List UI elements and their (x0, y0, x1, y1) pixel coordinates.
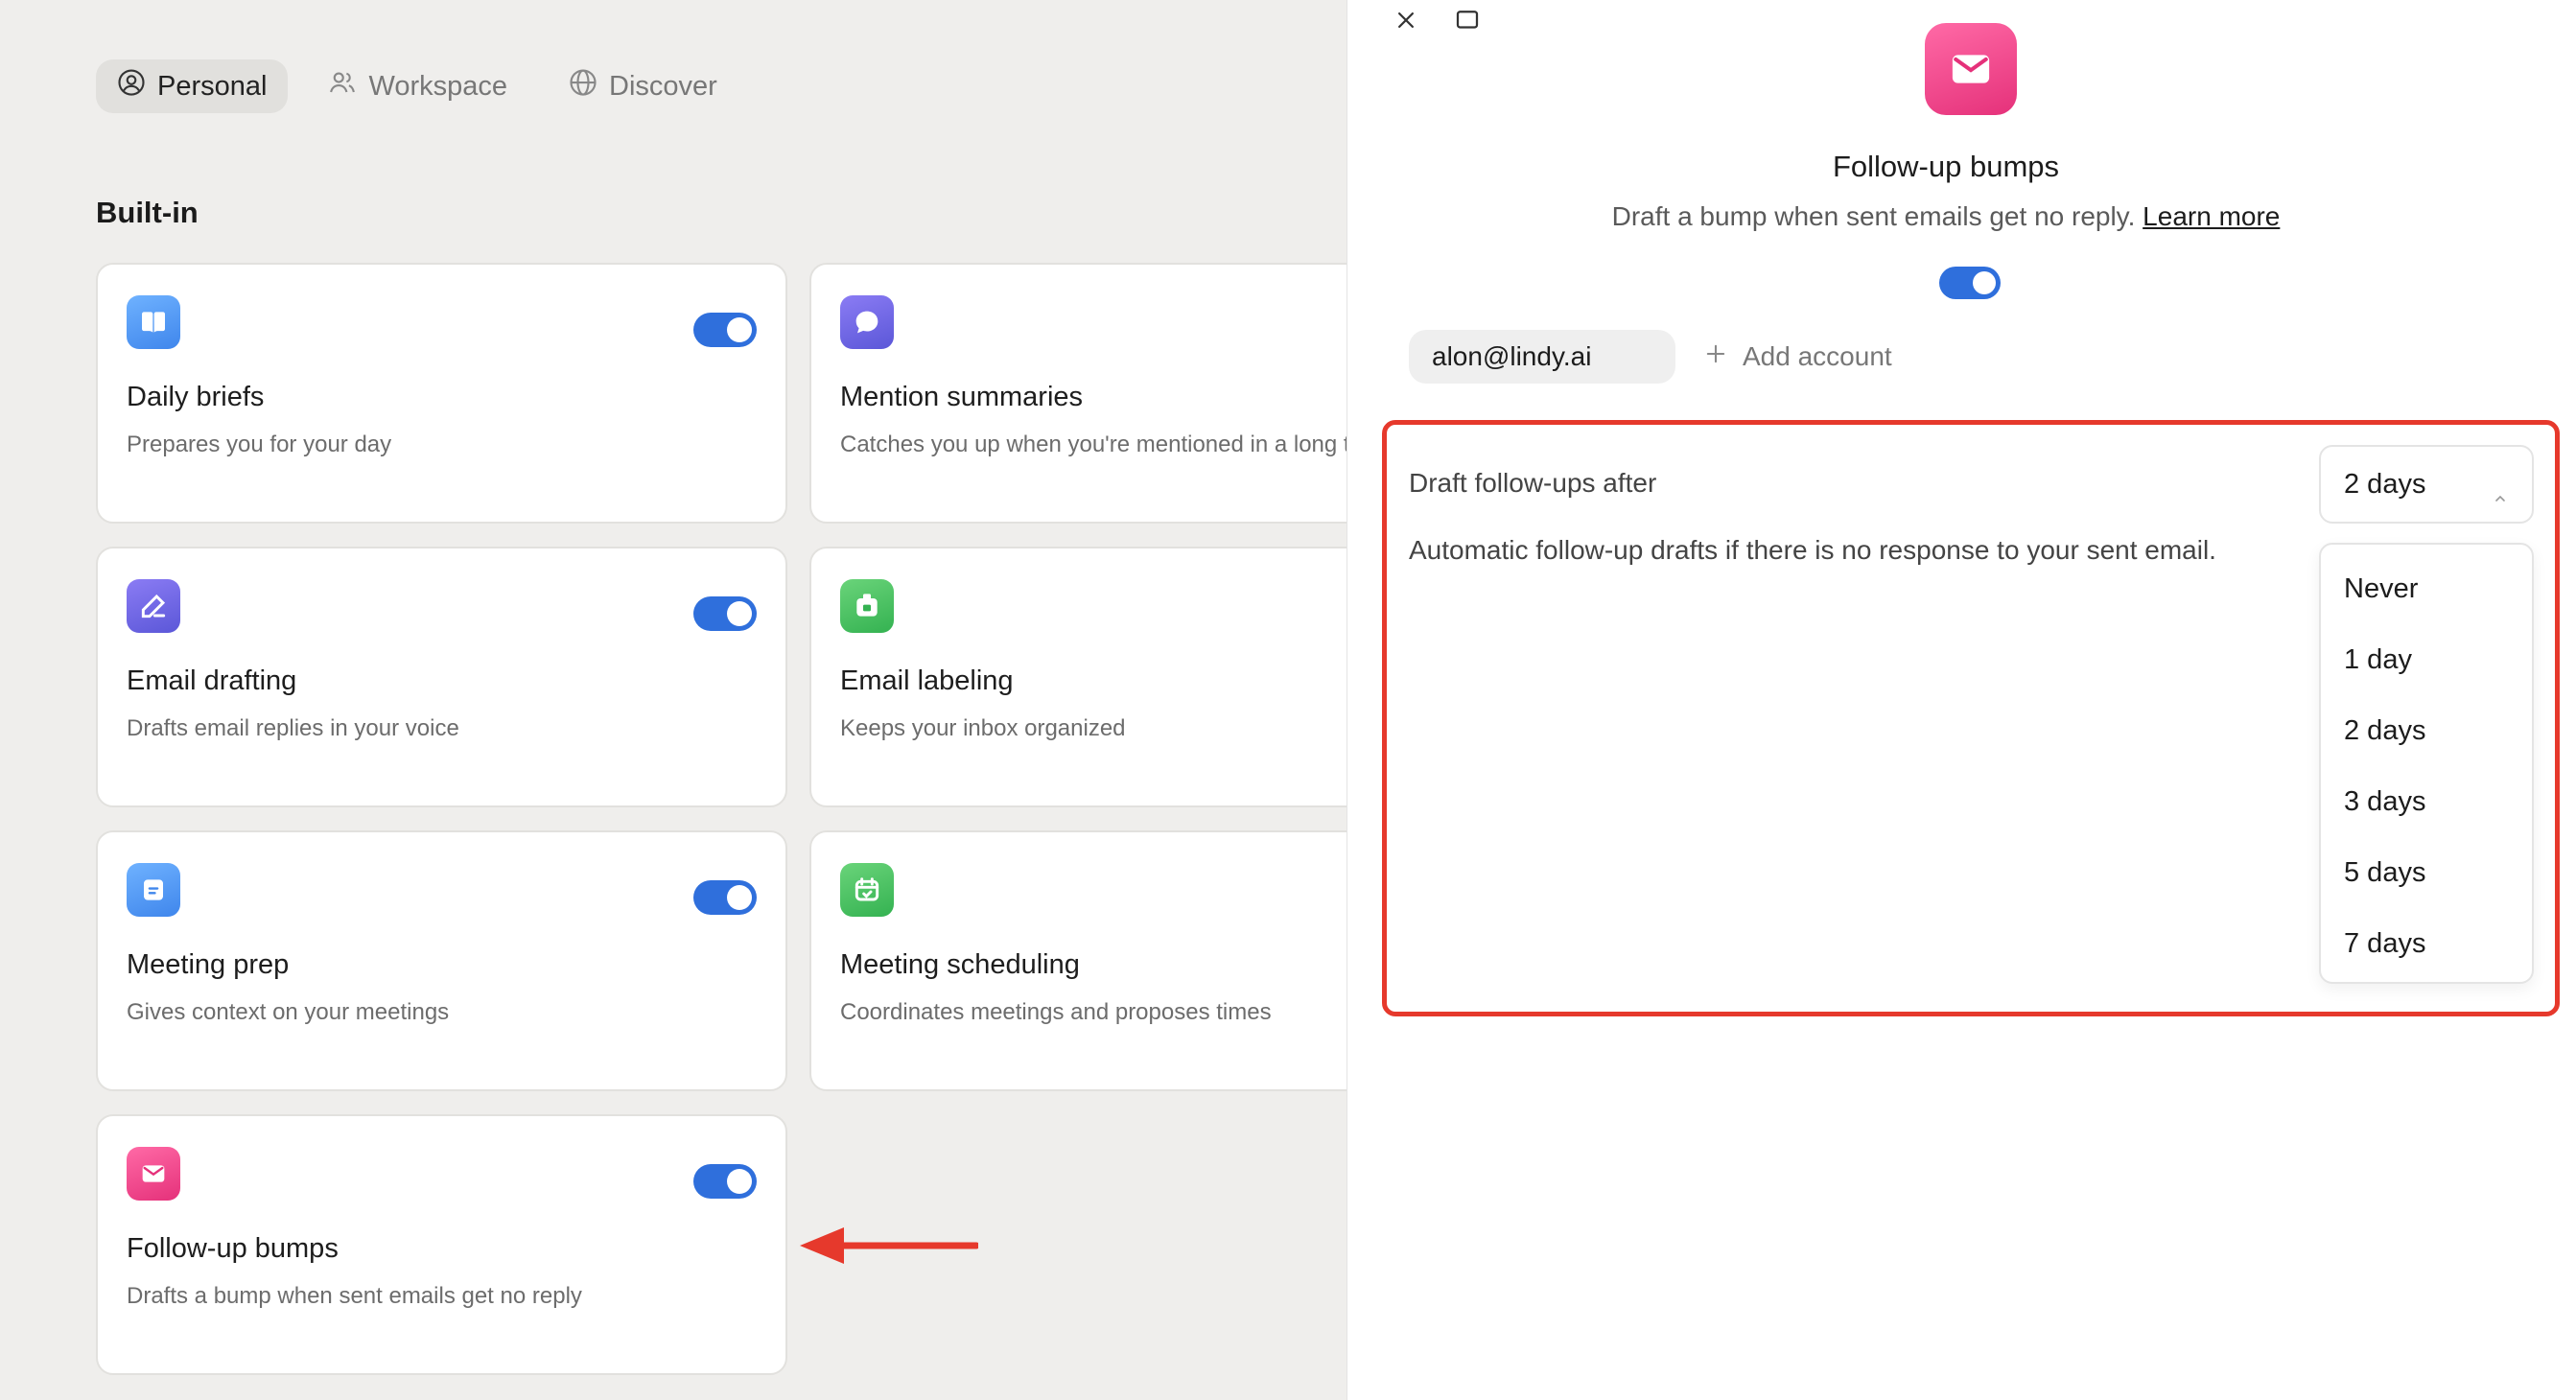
calendar-icon (840, 863, 894, 917)
expand-window-icon[interactable] (1453, 6, 1482, 39)
book-icon (127, 295, 180, 349)
setting-label: Draft follow-ups after (1409, 468, 1657, 498)
plus-icon (1702, 340, 1729, 374)
card-description: Keeps your inbox organized (840, 715, 1126, 741)
add-account-label: Add account (1743, 341, 1892, 371)
tab-label: Discover (609, 70, 717, 102)
follow-up-delay-dropdown: Never 1 day 2 days 3 days 5 days 7 days (2319, 543, 2534, 984)
annotation-arrow-icon (796, 1222, 980, 1274)
card-title: Meeting prep (127, 949, 290, 980)
close-icon[interactable] (1392, 6, 1420, 39)
subtitle-text: Draft a bump when sent emails get no rep… (1611, 201, 2136, 231)
option-5-days[interactable]: 5 days (2344, 857, 2425, 889)
card-description: Drafts a bump when sent emails get no re… (127, 1283, 582, 1309)
agent-card-email-drafting[interactable]: Email drafting Drafts email replies in y… (96, 547, 787, 807)
envelope-icon (1925, 23, 2017, 115)
option-7-days[interactable]: 7 days (2344, 928, 2425, 960)
agent-card-meeting-prep[interactable]: Meeting prep Gives context on your meeti… (96, 830, 787, 1091)
add-account-button[interactable]: Add account (1702, 330, 1892, 384)
tab-discover[interactable]: Discover (548, 59, 738, 113)
learn-more-link[interactable]: Learn more (2143, 201, 2280, 231)
envelope-icon (127, 1147, 180, 1201)
pen-icon (127, 579, 180, 633)
follow-up-delay-select[interactable]: 2 days (2319, 445, 2534, 524)
daily-briefs-toggle[interactable] (693, 313, 757, 347)
option-2-days[interactable]: 2 days (2344, 715, 2425, 747)
agents-list-pane: Personal Workspace Discover Built-in Dai… (0, 0, 1347, 1400)
email-drafting-toggle[interactable] (693, 596, 757, 631)
setting-description: Automatic follow-up drafts if there is n… (1409, 535, 2216, 565)
people-icon (328, 68, 357, 105)
section-title: Built-in (96, 196, 199, 229)
card-title: Follow-up bumps (127, 1233, 339, 1264)
tab-workspace[interactable]: Workspace (307, 59, 528, 113)
card-title: Email drafting (127, 665, 297, 696)
card-title: Daily briefs (127, 382, 265, 412)
account-chip[interactable]: alon@lindy.ai (1409, 330, 1675, 384)
scope-tabs: Personal Workspace Discover (96, 59, 738, 113)
note-icon (127, 863, 180, 917)
card-description: Drafts email replies in your voice (127, 715, 459, 741)
person-circle-icon (117, 68, 146, 105)
agent-card-meeting-scheduling[interactable]: Meeting scheduling Coordinates meetings … (809, 830, 1347, 1091)
card-title: Mention summaries (840, 382, 1084, 412)
card-description: Gives context on your meetings (127, 999, 450, 1025)
tab-personal[interactable]: Personal (96, 59, 289, 113)
card-title: Meeting scheduling (840, 949, 1080, 980)
globe-icon (569, 68, 597, 105)
agent-enabled-toggle[interactable] (1939, 267, 2001, 299)
truncated-header-text (96, 0, 103, 16)
card-description: Coordinates meetings and proposes times (840, 999, 1272, 1025)
option-never[interactable]: Never (2344, 573, 2418, 605)
agent-card-daily-briefs[interactable]: Daily briefs Prepares you for your day (96, 263, 787, 524)
selected-value: 2 days (2344, 468, 2426, 500)
follow-up-bumps-toggle[interactable] (693, 1164, 757, 1199)
card-description: Catches you up when you're mentioned in … (840, 432, 1347, 457)
card-title: Email labeling (840, 665, 1014, 696)
agent-card-mention-summaries[interactable]: Mention summaries Catches you up when yo… (809, 263, 1347, 524)
label-icon (840, 579, 894, 633)
agent-detail-panel: Follow-up bumps Draft a bump when sent e… (1347, 0, 2576, 1400)
chevron-up-icon (2494, 479, 2507, 511)
agent-card-email-labeling[interactable]: Email labeling Keeps your inbox organize… (809, 547, 1347, 807)
card-description: Prepares you for your day (127, 432, 392, 457)
chat-bubble-icon (840, 295, 894, 349)
option-3-days[interactable]: 3 days (2344, 786, 2425, 818)
option-1-day[interactable]: 1 day (2344, 644, 2412, 676)
meeting-prep-toggle[interactable] (693, 880, 757, 915)
tab-label: Personal (157, 70, 268, 102)
tab-label: Workspace (368, 70, 507, 102)
panel-subtitle: Draft a bump when sent emails get no rep… (1347, 201, 2544, 232)
agent-card-follow-up-bumps[interactable]: Follow-up bumps Drafts a bump when sent … (96, 1114, 787, 1375)
panel-title: Follow-up bumps (1832, 150, 2060, 183)
